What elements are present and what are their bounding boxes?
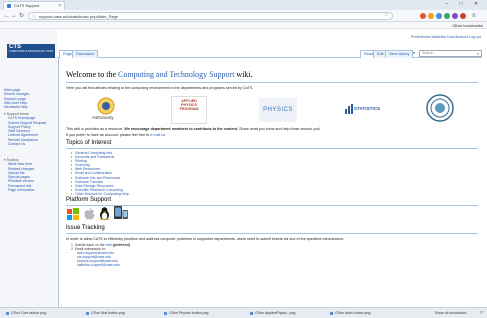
title-link[interactable]: Computing and Technology Support [118, 70, 234, 79]
physics-logo[interactable]: PHYSICS [259, 98, 297, 122]
seal-logo[interactable] [426, 94, 454, 122]
close-window-button[interactable]: ✕ [470, 0, 482, 9]
download-item-label: CRun AppliedPhysic...png [255, 311, 296, 315]
search-icon[interactable]: ⌕ [477, 51, 479, 56]
sidebar-nav-main: Main page Recent changes Random page Wik… [4, 88, 56, 109]
mobile-icon[interactable] [114, 206, 128, 220]
provided-text: This wiki is provided as a resource. We … [66, 127, 320, 131]
search-placeholder: Search [422, 51, 434, 55]
tab-view-history[interactable]: View history [385, 50, 414, 58]
url-input[interactable]: ⓘ support.case.edu/cats/index.php/Main_P… [28, 12, 393, 20]
more-actions-chevron-icon[interactable]: ▾ [413, 50, 415, 55]
file-icon [6, 312, 9, 315]
browser-tab-bar: CaTS Support × – □ ✕ [0, 0, 487, 10]
file-icon [164, 312, 167, 315]
intro-text: Here you will find articles relating to … [66, 86, 254, 90]
download-item-label: CRun Core button.png [11, 311, 47, 315]
download-item[interactable]: CRun Physics button.png [164, 310, 209, 317]
personal-links[interactable]: Preferences Watchlist Contributions Log … [411, 35, 481, 39]
topics-heading: Topics of Interest [66, 140, 112, 146]
page-title: Welcome to the Computing and Technology … [66, 70, 253, 79]
extension-icon-green[interactable] [444, 13, 450, 19]
topics-divider [66, 148, 478, 149]
astronomy-label: Astronomy [92, 115, 114, 120]
page-info-icon[interactable]: ⓘ [32, 13, 36, 19]
astronomy-logo[interactable]: Astronomy [89, 96, 123, 124]
issue-text: In order to allow CaTS to efficiently pr… [66, 237, 345, 241]
download-item-label: CRun Stat button.png [91, 311, 125, 315]
sidebar-item-mediawiki-help[interactable]: Mediawiki Help [4, 105, 56, 109]
download-item[interactable]: CRun Stat button.png [86, 310, 125, 317]
linux-icon[interactable] [99, 207, 110, 220]
download-item-label: CRun Physics button.png [169, 311, 209, 315]
maximize-button[interactable]: □ [455, 0, 467, 9]
tab-discussion[interactable]: Discussion [72, 50, 99, 58]
download-item[interactable]: CRun Astro button.png [330, 310, 370, 317]
email-list: astro-support@case.edu cts-support@case.… [71, 251, 130, 267]
tab-title: CaTS Support [14, 3, 40, 8]
reload-icon[interactable]: ↻ [19, 12, 24, 20]
platform-heading: Platform Support [66, 197, 112, 203]
applied-physics-logo[interactable]: APPLIED PHYSICS PROGRAM [171, 96, 207, 124]
account-text: If you prefer to have an account, please… [66, 133, 165, 137]
step1-suffix: (preferred) [111, 243, 130, 247]
statistics-label: STATISTICS [354, 106, 381, 111]
applied-physics-label: APPLIED PHYSICS PROGRAM [179, 99, 199, 112]
topic-other-sources[interactable]: Other Sources for Computing Help [71, 192, 129, 196]
star-icon[interactable]: ☆ [384, 12, 388, 18]
show-all-downloads[interactable]: Show all downloads... [435, 310, 469, 317]
download-item-label: CRun Astro button.png [335, 311, 371, 315]
extension-icon-orange[interactable] [428, 13, 434, 19]
address-bar-row: ← → ↻ ⓘ support.case.edu/cats/index.php/… [0, 10, 487, 22]
windows-icon[interactable] [67, 208, 79, 220]
file-icon [250, 312, 253, 315]
search-input[interactable]: Search ⌕ [419, 50, 482, 57]
seal-icon [426, 94, 454, 122]
statistics-logo[interactable]: STATISTICS [342, 98, 381, 122]
extension-icon-red[interactable] [420, 13, 426, 19]
close-downloads-icon[interactable]: × [480, 309, 483, 317]
download-item[interactable]: CRun AppliedPhysic...png [250, 310, 295, 317]
extension-icon-red2[interactable] [460, 13, 466, 19]
provided-tail: Share what you know and help those aroun… [238, 127, 321, 131]
title-divider [66, 82, 478, 83]
issue-heading: Issue Tracking [66, 225, 105, 231]
main-content: Welcome to the Computing and Technology … [58, 58, 482, 307]
logo-subtitle: COMPUTING & TECHNOLOGY SUPPORT [9, 50, 53, 53]
browser-tab[interactable]: CaTS Support × [3, 1, 65, 10]
close-tab-icon[interactable]: × [58, 2, 61, 10]
account-lead: If you prefer to have an account, please… [66, 133, 151, 137]
statistics-bars-icon [345, 104, 353, 114]
email-link-statistics[interactable]: statistics-support@case.edu [77, 263, 130, 267]
bookmarks-bar: Other bookmarks [0, 22, 487, 29]
issue-divider [66, 233, 478, 234]
topics-list: General Computing Info Accounts and Pass… [71, 151, 129, 196]
extension-icon-blue[interactable] [436, 13, 442, 19]
other-bookmarks[interactable]: Other bookmarks [452, 22, 483, 29]
file-icon [330, 312, 333, 315]
extension-icon-purple[interactable] [452, 13, 458, 19]
email-us-link[interactable]: e-mail us [150, 133, 165, 137]
site-logo[interactable]: CTS COMPUTING & TECHNOLOGY SUPPORT [7, 44, 55, 58]
physics-label: PHYSICS [263, 107, 293, 113]
issue-steps: 1. Submit issue on the web (preferred) 2… [71, 243, 130, 267]
back-icon[interactable]: ← [4, 12, 10, 20]
menu-icon[interactable]: ≡ [472, 12, 476, 20]
title-suffix: wiki. [234, 70, 253, 79]
sidebar-item-page-information[interactable]: Page information [4, 188, 56, 192]
downloads-bar: CRun Core button.png CRun Stat button.pn… [0, 307, 487, 318]
favicon-icon [7, 4, 11, 8]
download-item[interactable]: CRun Core button.png [6, 310, 46, 317]
file-icon [86, 312, 89, 315]
sidebar-item-contact-us[interactable]: Contact Us [4, 142, 56, 146]
url-text: support.case.edu/cats/index.php/Main_Pag… [39, 14, 118, 19]
provided-lead: This wiki is provided as a resource. [66, 127, 125, 131]
sidebar-nav-toolbox: ▾ Toolbox What links here Related change… [4, 158, 56, 192]
minimize-button[interactable]: – [441, 0, 453, 9]
title-prefix: Welcome to the [66, 70, 119, 79]
provided-bold: We encourage department members to contr… [124, 127, 239, 131]
apple-icon[interactable] [84, 208, 95, 220]
forward-icon[interactable]: → [11, 12, 17, 20]
sidebar-nav-support: ▾ Support Areas CaTS Homepage Submit Sup… [4, 112, 56, 146]
